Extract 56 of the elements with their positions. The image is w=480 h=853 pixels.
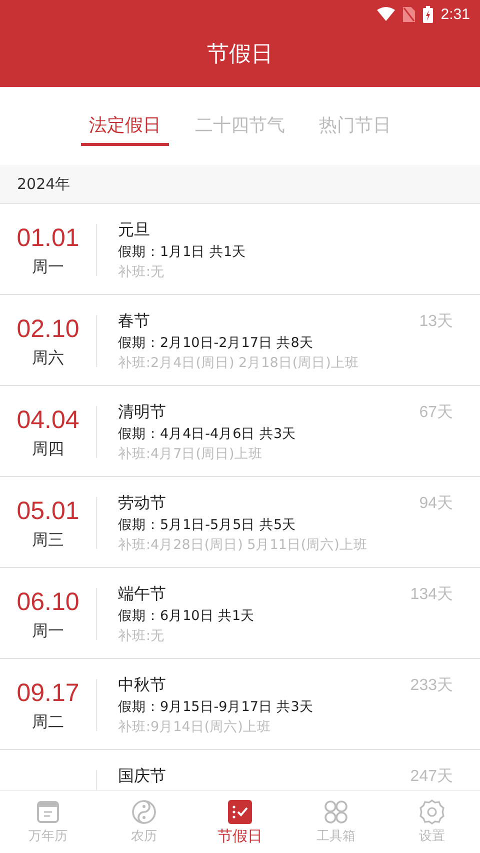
days-remaining: 94天 [419,494,454,514]
page-title: 节假日 [206,40,274,68]
holiday-date: 04.04 [16,406,80,435]
weekday: 周一 [32,257,64,278]
tab[interactable]: 法定假日 [81,106,169,146]
holiday-name: 中秋节 [118,675,167,696]
weekday: 周四 [32,439,64,460]
days-remaining: 247天 [410,767,454,787]
tab[interactable]: 热门节日 [311,106,399,146]
nav-item[interactable]: 节假日 [192,791,288,853]
nav-item[interactable]: 工具箱 [288,791,384,853]
makeup-days: 补班:无 [118,263,480,281]
makeup-days: 补班:4月7日(周日)上班 [118,445,420,463]
makeup-days: 补班:无 [118,627,410,645]
holiday-period: 假期：2月10日-2月17日 共8天 [118,334,314,352]
days-remaining: 67天 [419,403,454,423]
holiday-name: 国庆节 [118,766,167,787]
holiday-name: 春节 [118,311,151,332]
days-remaining: 13天 [419,312,454,332]
weekday: 周六 [32,348,64,369]
status-time: 2:31 [440,6,470,22]
holiday-date: 02.10 [16,315,80,344]
makeup-days: 补班:9月14日(周六)上班 [118,718,410,736]
weekday: 周二 [32,712,64,733]
grid-icon [323,799,349,825]
days-remaining: 134天 [410,585,454,605]
holiday-period: 假期：1月1日 共1天 [118,243,248,261]
holiday-name: 端午节 [118,584,167,605]
settings-icon [419,799,445,825]
wifi-icon [376,7,395,21]
holiday-period: 假期：9月15日-9月17日 共3天 [118,698,314,716]
nav-item[interactable]: 农历 [96,791,192,853]
makeup-days: 补班:4月28日(周日) 5月11日(周六)上班 [118,536,420,554]
calendar-icon [35,799,61,825]
weekday: 周一 [32,621,64,642]
holiday-period: 假期：4月4日-4月6日 共3天 [118,425,298,443]
holiday-date: 06.10 [16,588,80,617]
no-sim-icon [402,6,415,22]
holiday-period: 假期：6月10日 共1天 [118,607,256,625]
nav-item[interactable]: 设置 [384,791,480,853]
holiday-date: 01.01 [16,224,80,253]
holiday-name: 元旦 [118,220,151,241]
year-header: 2024年 [0,165,480,204]
holiday-name: 劳动节 [118,493,167,514]
battery-charging-icon [422,6,433,22]
days-remaining: 233天 [410,676,454,696]
holiday-date: 09.17 [16,679,80,708]
nav-item[interactable]: 万年历 [0,791,96,853]
weekday: 周三 [32,530,64,551]
yin-yang-icon [131,799,157,825]
holiday-date: 05.01 [16,497,80,526]
holiday-period: 假期：5月1日-5月5日 共5天 [118,516,298,534]
makeup-days: 补班:2月4日(周日) 2月18日(周日)上班 [118,354,420,372]
tab[interactable]: 二十四节气 [187,106,293,146]
checklist-icon [227,798,253,824]
holiday-name: 清明节 [118,402,167,423]
